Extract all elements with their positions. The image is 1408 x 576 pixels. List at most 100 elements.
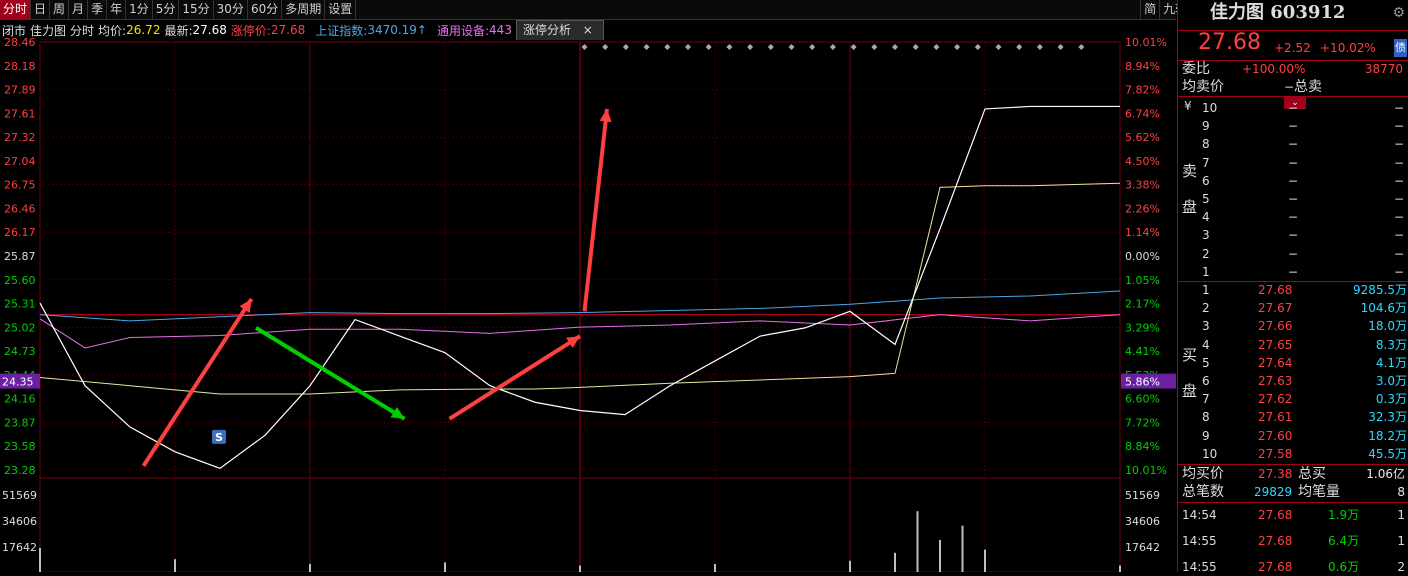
- y-tick-left: 27.89: [4, 84, 36, 97]
- trades-row: 总笔数 29829 均笔量 8: [1178, 483, 1408, 501]
- buy-level-number: 10: [1202, 446, 1218, 461]
- limit-marker: [664, 44, 671, 50]
- limit-marker: [1036, 44, 1043, 50]
- tick-price: 27.68: [1258, 508, 1293, 522]
- buy-level-volume: 45.5万: [1368, 446, 1407, 461]
- sell-level-row: 6 − −: [1178, 172, 1408, 190]
- buy-level-row: 9 27.60 18.2万: [1178, 427, 1408, 445]
- buy-level-row: 6 27.63 3.0万: [1178, 372, 1408, 390]
- y-tick-left: 26.75: [4, 179, 36, 192]
- buy-level-volume: 104.6万: [1360, 301, 1407, 316]
- y-tick-right: 7.72%: [1125, 416, 1160, 429]
- sell-side-label-2: 盘: [1182, 198, 1198, 216]
- y-tick-left: 25.60: [4, 274, 36, 287]
- limit-marker: [954, 44, 961, 50]
- limit-marker: [912, 44, 919, 50]
- tick-price: 27.68: [1258, 534, 1293, 548]
- annotation-arrow-up-1-shaft: [141, 297, 254, 467]
- buy-level-volume: 32.3万: [1368, 410, 1407, 425]
- tick-count: 2: [1397, 560, 1405, 574]
- volume-tick-right: 17642: [1125, 541, 1160, 554]
- buy-level-number: 1: [1202, 283, 1210, 297]
- sell-level-volume: −: [1394, 192, 1405, 206]
- tick-count: 1: [1397, 534, 1405, 548]
- tick-row: 14:54 27.68 1.9万 1: [1178, 506, 1408, 524]
- sell-level-price: −: [1288, 228, 1299, 243]
- y-tick-right: 8.84%: [1125, 440, 1160, 453]
- buy-level-number: 5: [1202, 355, 1210, 370]
- limit-marker: [995, 44, 1002, 50]
- sell-level-number: 10: [1202, 101, 1218, 115]
- buy-level-number: 4: [1202, 337, 1210, 352]
- buy-level-number: 6: [1202, 374, 1210, 388]
- price-change: +2.52: [1274, 41, 1311, 55]
- y-tick-right: 7.82%: [1125, 84, 1160, 97]
- buy-level-volume: 0.3万: [1375, 392, 1407, 407]
- sell-level-price: −: [1288, 192, 1299, 206]
- buy-level-number: 7: [1202, 392, 1210, 407]
- buy-level-price: 27.58: [1258, 446, 1293, 461]
- sell-level-number: 3: [1202, 228, 1210, 243]
- tick-time: 14:55: [1182, 560, 1217, 574]
- s-marker-text: S: [215, 431, 223, 444]
- price-marker-left-text: 24.35: [2, 376, 34, 389]
- sell-level-number: 1: [1202, 264, 1210, 279]
- weibi-value: +100.00%: [1242, 62, 1306, 76]
- limit-marker: [643, 44, 650, 50]
- buy-level-volume: 9285.5万: [1353, 283, 1407, 297]
- y-tick-right: 10.01%: [1125, 464, 1167, 477]
- limit-marker: [1016, 44, 1023, 50]
- buy-level-price: 27.62: [1258, 392, 1293, 407]
- sell-side-label-1: 卖: [1182, 162, 1198, 180]
- buy-level-row: 8 27.61 32.3万: [1178, 408, 1408, 426]
- total-buy-value: 1.06亿: [1366, 467, 1405, 481]
- y-tick-right: 0.00%: [1125, 250, 1160, 263]
- limit-marker: [685, 44, 691, 50]
- sell-level-number: 6: [1202, 173, 1210, 188]
- intraday-chart: 28.46 10.01% 28.18 8.94% 27.89 7.82% 27.61 6.74…: [0, 36, 1176, 572]
- limit-marker: [622, 44, 629, 50]
- tick-time: 14:54: [1182, 508, 1217, 522]
- buy-level-number: 3: [1202, 319, 1210, 334]
- buy-side-label-1: 买: [1182, 346, 1198, 364]
- tick-price: 27.68: [1258, 560, 1293, 574]
- total-buy-label: 总买: [1298, 466, 1326, 482]
- y-tick-left: 26.46: [4, 202, 36, 215]
- y-tick-left: 25.02: [4, 321, 36, 334]
- buy-level-row: 10 27.58 45.5万: [1178, 445, 1408, 463]
- tick-row: 14:55 27.68 0.6万 2: [1178, 558, 1408, 576]
- sell-level-row: 3 − −: [1178, 226, 1408, 244]
- total-trades-value: 29829: [1254, 485, 1293, 499]
- y-tick-right: 10.01%: [1125, 36, 1167, 49]
- volume-tick-right: 51569: [1125, 489, 1160, 502]
- tick-time: 14:55: [1182, 534, 1217, 548]
- tick-volume: 0.6万: [1328, 560, 1360, 574]
- y-tick-left: 23.58: [4, 440, 36, 453]
- y-tick-right: 3.29%: [1125, 321, 1160, 334]
- y-tick-left: 24.73: [4, 345, 36, 358]
- limit-marker: [788, 44, 795, 50]
- buy-avg-label: 均买价: [1182, 466, 1224, 482]
- sell-level-row: 4 − −: [1178, 208, 1408, 226]
- sell-level-number: 4: [1202, 210, 1210, 225]
- limit-marker: [747, 44, 754, 50]
- buy-avg-row: 均买价 27.38 总买 1.06亿: [1178, 465, 1408, 483]
- limit-marker: [602, 44, 609, 50]
- sell-level-price: −: [1288, 137, 1299, 152]
- sell-level-row: 9 − −: [1178, 117, 1408, 135]
- y-tick-right: 4.50%: [1125, 155, 1160, 168]
- volume-tick-left: 51569: [2, 489, 37, 502]
- y-tick-left: 27.04: [4, 155, 36, 168]
- buy-level-price: 27.63: [1258, 374, 1293, 388]
- y-tick-left: 23.28: [4, 464, 36, 477]
- bond-badge[interactable]: 债: [1394, 39, 1407, 57]
- gear-icon[interactable]: ⚙: [1392, 4, 1405, 22]
- sell-avg-row: 均卖价 − 总卖: [1178, 78, 1408, 96]
- limit-marker: [850, 44, 857, 50]
- y-tick-right: 2.26%: [1125, 202, 1160, 215]
- sell-level-price: −: [1288, 210, 1299, 225]
- sell-level-number: 8: [1202, 137, 1210, 152]
- limit-marker: [767, 44, 774, 50]
- sell-level-volume: −: [1394, 119, 1405, 134]
- limit-marker: [829, 44, 836, 50]
